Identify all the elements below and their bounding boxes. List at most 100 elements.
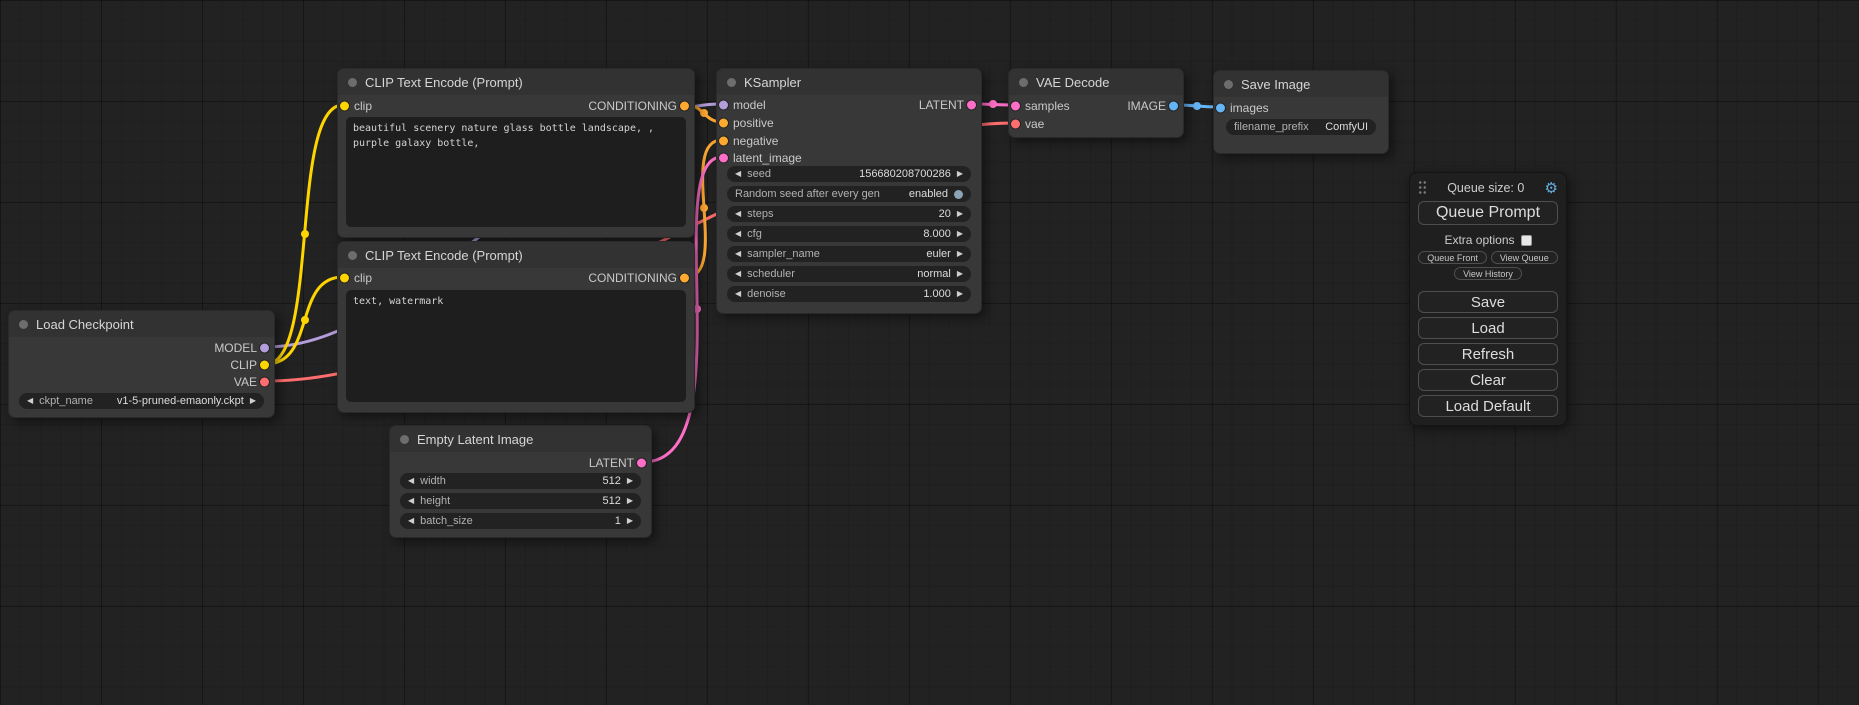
- output-slot-image[interactable]: IMAGE: [1127, 98, 1183, 114]
- node-empty-latent-image[interactable]: Empty Latent Image LATENT ◀ width 512 ▶ …: [389, 425, 652, 538]
- output-slot-clip[interactable]: CLIP: [230, 357, 274, 373]
- batch-size-widget[interactable]: ◀ batch_size 1 ▶: [400, 513, 641, 529]
- input-slot-model[interactable]: model: [717, 97, 766, 113]
- menu-drag-handle[interactable]: [1418, 180, 1427, 196]
- latent-output-port[interactable]: [637, 459, 646, 468]
- decrement-arrow-icon[interactable]: ◀: [735, 210, 741, 218]
- queue-front-button[interactable]: Queue Front: [1418, 251, 1487, 264]
- increment-arrow-icon[interactable]: ▶: [957, 230, 963, 238]
- conditioning-output-port[interactable]: [680, 102, 689, 111]
- increment-arrow-icon[interactable]: ▶: [957, 210, 963, 218]
- width-widget[interactable]: ◀ width 512 ▶: [400, 473, 641, 489]
- node-collapse-dot[interactable]: [1224, 80, 1233, 89]
- input-slot-images[interactable]: images: [1214, 100, 1269, 116]
- clip-output-port[interactable]: [260, 361, 269, 370]
- output-slot-latent[interactable]: LATENT: [589, 455, 651, 471]
- positive-prompt-textarea[interactable]: beautiful scenery nature glass bottle la…: [346, 117, 686, 227]
- output-slot-conditioning[interactable]: CONDITIONING: [588, 98, 694, 114]
- increment-arrow-icon[interactable]: ▶: [957, 270, 963, 278]
- node-load-checkpoint[interactable]: Load Checkpoint MODEL CLIP VAE ◀ ckpt_na…: [8, 310, 275, 418]
- output-slot-conditioning[interactable]: CONDITIONING: [588, 270, 694, 286]
- decrement-arrow-icon[interactable]: ◀: [735, 250, 741, 258]
- queue-prompt-button[interactable]: Queue Prompt: [1418, 201, 1558, 225]
- node-collapse-dot[interactable]: [727, 78, 736, 87]
- graph-canvas[interactable]: Load Checkpoint MODEL CLIP VAE ◀ ckpt_na…: [0, 0, 1859, 705]
- save-button[interactable]: Save: [1418, 291, 1558, 313]
- input-slot-clip[interactable]: clip: [338, 98, 372, 114]
- denoise-widget[interactable]: ◀ denoise 1.000 ▶: [727, 286, 971, 302]
- node-collapse-dot[interactable]: [348, 78, 357, 87]
- decrement-arrow-icon[interactable]: ◀: [735, 270, 741, 278]
- decrement-arrow-icon[interactable]: ◀: [735, 170, 741, 178]
- decrement-arrow-icon[interactable]: ◀: [408, 517, 414, 525]
- node-title-bar[interactable]: CLIP Text Encode (Prompt): [338, 69, 694, 95]
- output-slot-model[interactable]: MODEL: [214, 340, 274, 356]
- model-input-port[interactable]: [719, 101, 728, 110]
- node-collapse-dot[interactable]: [19, 320, 28, 329]
- input-slot-positive[interactable]: positive: [717, 115, 774, 131]
- increment-arrow-icon[interactable]: ▶: [957, 250, 963, 258]
- negative-prompt-textarea[interactable]: text, watermark: [346, 290, 686, 402]
- node-collapse-dot[interactable]: [400, 435, 409, 444]
- input-slot-latent-image[interactable]: latent_image: [717, 150, 802, 166]
- node-save-image[interactable]: Save Image images filename_prefix ComfyU…: [1213, 70, 1389, 154]
- output-slot-vae[interactable]: VAE: [234, 374, 274, 390]
- filename-prefix-widget[interactable]: filename_prefix ComfyUI: [1226, 119, 1376, 135]
- node-collapse-dot[interactable]: [348, 251, 357, 260]
- scheduler-widget[interactable]: ◀ scheduler normal ▶: [727, 266, 971, 282]
- latent-output-port[interactable]: [967, 101, 976, 110]
- increment-arrow-icon[interactable]: ▶: [627, 497, 633, 505]
- settings-gear-icon[interactable]: ⚙: [1545, 181, 1558, 196]
- seed-toggle-knob[interactable]: [954, 190, 963, 199]
- output-slot-latent[interactable]: LATENT: [919, 97, 981, 113]
- steps-widget[interactable]: ◀ steps 20 ▶: [727, 206, 971, 222]
- view-queue-button[interactable]: View Queue: [1491, 251, 1558, 264]
- increment-arrow-icon[interactable]: ▶: [250, 397, 256, 405]
- view-history-button[interactable]: View History: [1454, 267, 1522, 280]
- load-button[interactable]: Load: [1418, 317, 1558, 339]
- cfg-widget[interactable]: ◀ cfg 8.000 ▶: [727, 226, 971, 242]
- height-widget[interactable]: ◀ height 512 ▶: [400, 493, 641, 509]
- clear-button[interactable]: Clear: [1418, 369, 1558, 391]
- clip-input-port[interactable]: [340, 274, 349, 283]
- input-slot-negative[interactable]: negative: [717, 133, 778, 149]
- input-slot-samples[interactable]: samples: [1009, 98, 1070, 114]
- conditioning-output-port[interactable]: [680, 274, 689, 283]
- decrement-arrow-icon[interactable]: ◀: [408, 477, 414, 485]
- increment-arrow-icon[interactable]: ▶: [957, 170, 963, 178]
- ckpt-name-widget[interactable]: ◀ ckpt_name v1-5-pruned-emaonly.ckpt ▶: [19, 393, 264, 409]
- refresh-button[interactable]: Refresh: [1418, 343, 1558, 365]
- increment-arrow-icon[interactable]: ▶: [957, 290, 963, 298]
- node-title-bar[interactable]: CLIP Text Encode (Prompt): [338, 242, 694, 268]
- input-slot-clip[interactable]: clip: [338, 270, 372, 286]
- node-vae-decode[interactable]: VAE Decode samples vae IMAGE: [1008, 68, 1184, 138]
- decrement-arrow-icon[interactable]: ◀: [735, 230, 741, 238]
- node-collapse-dot[interactable]: [1019, 78, 1028, 87]
- seed-widget[interactable]: ◀ seed 156680208700286 ▶: [727, 166, 971, 182]
- model-output-port[interactable]: [260, 344, 269, 353]
- image-output-port[interactable]: [1169, 102, 1178, 111]
- random-seed-widget[interactable]: Random seed after every gen enabled: [727, 186, 971, 202]
- comfy-menu-panel[interactable]: Queue size: 0 ⚙ Queue Prompt Extra optio…: [1409, 172, 1567, 426]
- sampler-name-widget[interactable]: ◀ sampler_name euler ▶: [727, 246, 971, 262]
- node-title-bar[interactable]: VAE Decode: [1009, 69, 1183, 95]
- increment-arrow-icon[interactable]: ▶: [627, 477, 633, 485]
- clip-input-port[interactable]: [340, 102, 349, 111]
- negative-input-port[interactable]: [719, 137, 728, 146]
- positive-input-port[interactable]: [719, 119, 728, 128]
- latent-image-input-port[interactable]: [719, 154, 728, 163]
- node-clip-text-encode-positive[interactable]: CLIP Text Encode (Prompt) clip CONDITION…: [337, 68, 695, 238]
- vae-input-port[interactable]: [1011, 120, 1020, 129]
- input-slot-vae[interactable]: vae: [1009, 116, 1044, 132]
- decrement-arrow-icon[interactable]: ◀: [735, 290, 741, 298]
- vae-output-port[interactable]: [260, 378, 269, 387]
- node-ksampler[interactable]: KSampler model positive negative latent_…: [716, 68, 982, 314]
- node-title-bar[interactable]: Empty Latent Image: [390, 426, 651, 452]
- node-title-bar[interactable]: Load Checkpoint: [9, 311, 274, 337]
- increment-arrow-icon[interactable]: ▶: [627, 517, 633, 525]
- node-title-bar[interactable]: Save Image: [1214, 71, 1388, 97]
- node-clip-text-encode-negative[interactable]: CLIP Text Encode (Prompt) clip CONDITION…: [337, 241, 695, 413]
- node-title-bar[interactable]: KSampler: [717, 69, 981, 95]
- decrement-arrow-icon[interactable]: ◀: [27, 397, 33, 405]
- samples-input-port[interactable]: [1011, 102, 1020, 111]
